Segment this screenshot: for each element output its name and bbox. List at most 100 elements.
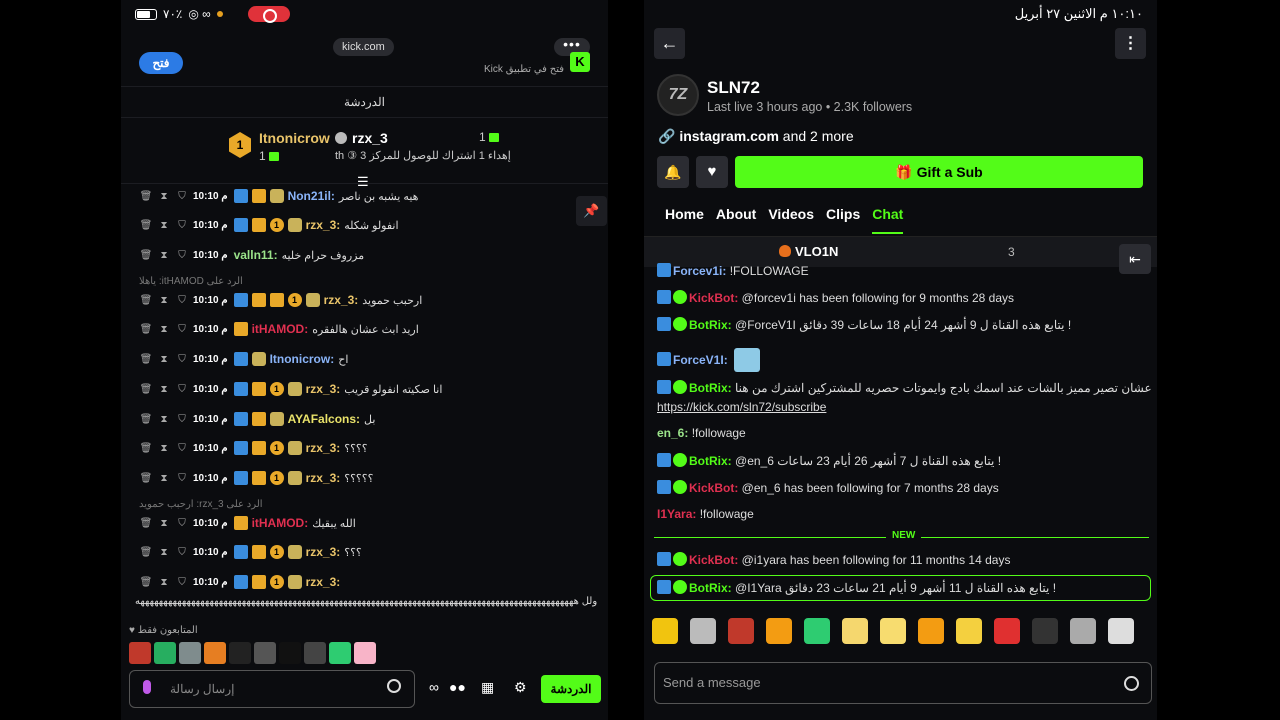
chat-message[interactable]: 🗑 ⧗ ⛉ 10:10 م 1 rzx_3: ؟؟؟ — [121, 542, 608, 562]
message-username[interactable]: itHAMOD: — [252, 516, 309, 530]
channel-avatar[interactable]: 7Z — [657, 74, 699, 116]
chat-message[interactable]: ForceV1I: — [657, 348, 1147, 372]
message-username[interactable]: BotRix: — [689, 318, 732, 332]
chat-message[interactable]: en_6: !followage — [657, 426, 1147, 440]
message-username[interactable]: Itnonicrow: — [270, 352, 335, 366]
shield-icon[interactable]: ⛉ — [175, 577, 189, 588]
message-username[interactable]: I1Yara: — [657, 507, 696, 521]
screen-record-icon[interactable] — [248, 6, 290, 23]
delete-icon[interactable]: 🗑 — [139, 324, 153, 335]
timeout-icon[interactable]: ⧗ — [157, 220, 171, 231]
chat-message[interactable]: KickBot: @forcev1i has been following fo… — [657, 290, 1147, 305]
chat-message[interactable]: 🗑 ⧗ ⛉ 10:10 م 1 rzx_3: — [121, 572, 608, 592]
emote-icon[interactable] — [690, 618, 716, 644]
emote-icon[interactable] — [880, 618, 906, 644]
emoji-icon[interactable] — [387, 679, 401, 693]
shield-icon[interactable]: ⛉ — [175, 324, 189, 335]
message-username[interactable]: rzx_3: — [306, 575, 341, 589]
chat-message[interactable]: BotRix: عشان تصير مميز بالشات عند اسمك ب… — [657, 380, 1152, 395]
message-username[interactable]: valln11: — [234, 248, 278, 262]
emote-icon[interactable] — [179, 642, 201, 664]
emote-icon[interactable] — [329, 642, 351, 664]
chat-message[interactable]: 🗑 ⧗ ⛉ 10:10 م 1 rzx_3: ارحبب حمويد — [121, 290, 608, 310]
emote-icon[interactable] — [279, 642, 301, 664]
chat-message[interactable]: 🗑 ⧗ ⛉ 10:10 م 1 rzx_3: انا صكيته انفولو قريب — [121, 379, 608, 399]
send-message-input[interactable]: Send a message — [654, 662, 1152, 704]
chat-message[interactable]: 🗑 ⧗ ⛉ 10:10 م itHAMOD: اريد ابث عشان هالفقره — [121, 319, 608, 339]
emote-icon[interactable] — [766, 618, 792, 644]
timeout-icon[interactable]: ⧗ — [157, 191, 171, 202]
bell-icon[interactable]: 🔔 — [657, 156, 689, 188]
message-username[interactable]: Forcev1i: — [673, 264, 726, 278]
emote-icon[interactable] — [304, 642, 326, 664]
message-username[interactable]: itHAMOD: — [252, 322, 309, 336]
chat-message[interactable]: KickBot: @en_6 has been following for 7 … — [657, 480, 1147, 495]
shield-icon[interactable]: ⛉ — [175, 250, 189, 261]
emote-icon[interactable] — [154, 642, 176, 664]
timeout-icon[interactable]: ⧗ — [157, 518, 171, 529]
delete-icon[interactable]: 🗑 — [139, 518, 153, 529]
second-gifter[interactable]: rzx_3 — [335, 130, 388, 146]
chat-message[interactable]: BotRix: @en_6 يتابع هذه القناة ل 7 أشهر … — [657, 453, 1147, 468]
emote-icon[interactable] — [918, 618, 944, 644]
shield-icon[interactable]: ⛉ — [175, 443, 189, 454]
delete-icon[interactable]: 🗑 — [139, 250, 153, 261]
timeout-icon[interactable]: ⧗ — [157, 354, 171, 365]
chat-message[interactable]: 🗑 ⧗ ⛉ 10:10 م 1 rzx_3: انفولو شكله — [121, 215, 608, 235]
message-username[interactable]: Non21il: — [288, 189, 335, 203]
message-username[interactable]: AYAFalcons: — [288, 412, 360, 426]
emote-icon[interactable] — [652, 618, 678, 644]
chat-message[interactable]: 🗑 ⧗ ⛉ 10:10 م Itnonicrow: اح — [121, 349, 608, 369]
message-username[interactable]: rzx_3: — [306, 545, 341, 559]
gift-sub-button[interactable]: 🎁 Gift a Sub — [735, 156, 1143, 188]
delete-icon[interactable]: 🗑 — [139, 443, 153, 454]
chat-message[interactable]: 🗑 ⧗ ⛉ 10:10 م Non21il: هيه يشبه بن ناصر — [121, 186, 608, 206]
emote-icon[interactable] — [254, 642, 276, 664]
emote-icon[interactable] — [994, 618, 1020, 644]
emote-icon[interactable] — [354, 642, 376, 664]
timeout-icon[interactable]: ⧗ — [157, 295, 171, 306]
delete-icon[interactable]: 🗑 — [139, 473, 153, 484]
emote-icon[interactable] — [1108, 618, 1134, 644]
timeout-icon[interactable]: ⧗ — [157, 473, 171, 484]
chat-message[interactable]: 🗑 ⧗ ⛉ 10:10 م AYAFalcons: بل — [121, 409, 608, 429]
message-username[interactable]: rzx_3: — [306, 218, 341, 232]
timeout-icon[interactable]: ⧗ — [157, 443, 171, 454]
open-app-button[interactable]: فتح — [139, 52, 183, 74]
delete-icon[interactable]: 🗑 — [139, 354, 153, 365]
message-username[interactable]: KickBot: — [689, 553, 738, 567]
message-input[interactable]: إرسال رسالة — [129, 670, 415, 708]
timeout-icon[interactable]: ⧗ — [157, 384, 171, 395]
shield-icon[interactable]: ⛉ — [175, 354, 189, 365]
shield-icon[interactable]: ⛉ — [175, 220, 189, 231]
tab-about[interactable]: About — [716, 206, 756, 234]
mic-icon[interactable] — [143, 680, 151, 694]
emote-icon[interactable] — [842, 618, 868, 644]
shield-icon[interactable]: ⛉ — [175, 191, 189, 202]
emote-icon[interactable] — [1070, 618, 1096, 644]
emote-icon[interactable] — [129, 642, 151, 664]
message-username[interactable]: ForceV1I: — [673, 353, 728, 367]
infinity-icon[interactable]: ∞ — [429, 679, 439, 695]
chat-message[interactable]: https://kick.com/sln72/subscribe — [657, 400, 1147, 414]
back-button[interactable]: ← — [654, 28, 685, 59]
shield-icon[interactable]: ⛉ — [175, 295, 189, 306]
emoji-icon[interactable] — [1124, 676, 1139, 691]
chat-message[interactable]: BotRix: @ForceV1I يتابع هذه القناة ل 9 أ… — [657, 317, 1147, 332]
message-username[interactable]: KickBot: — [689, 481, 738, 495]
chat-message[interactable]: 🗑 ⧗ ⛉ 10:10 م 1 rzx_3: ؟؟؟؟؟ — [121, 468, 608, 488]
message-username[interactable]: rzx_3: — [324, 293, 359, 307]
chat-message[interactable]: Forcev1i: !FOLLOWAGE — [657, 263, 1147, 278]
shield-icon[interactable]: ⛉ — [175, 518, 189, 529]
message-username[interactable]: en_6: — [657, 426, 688, 440]
shield-icon[interactable]: ⛉ — [175, 473, 189, 484]
delete-icon[interactable]: 🗑 — [139, 191, 153, 202]
emote-icon[interactable] — [728, 618, 754, 644]
chat-message[interactable]: 🗑 ⧗ ⛉ 10:10 م itHAMOD: الله يبقيك — [121, 513, 608, 533]
shield-icon[interactable]: ⛉ — [175, 547, 189, 558]
tab-home[interactable]: Home — [665, 206, 704, 234]
follow-heart-button[interactable]: ♥ — [696, 156, 728, 188]
chat-message[interactable]: 🗑 ⧗ ⛉ 10:10 م valln11: مزروف حرام خليه — [121, 245, 608, 265]
emote-icon[interactable] — [204, 642, 226, 664]
shield-icon[interactable]: ⛉ — [175, 414, 189, 425]
